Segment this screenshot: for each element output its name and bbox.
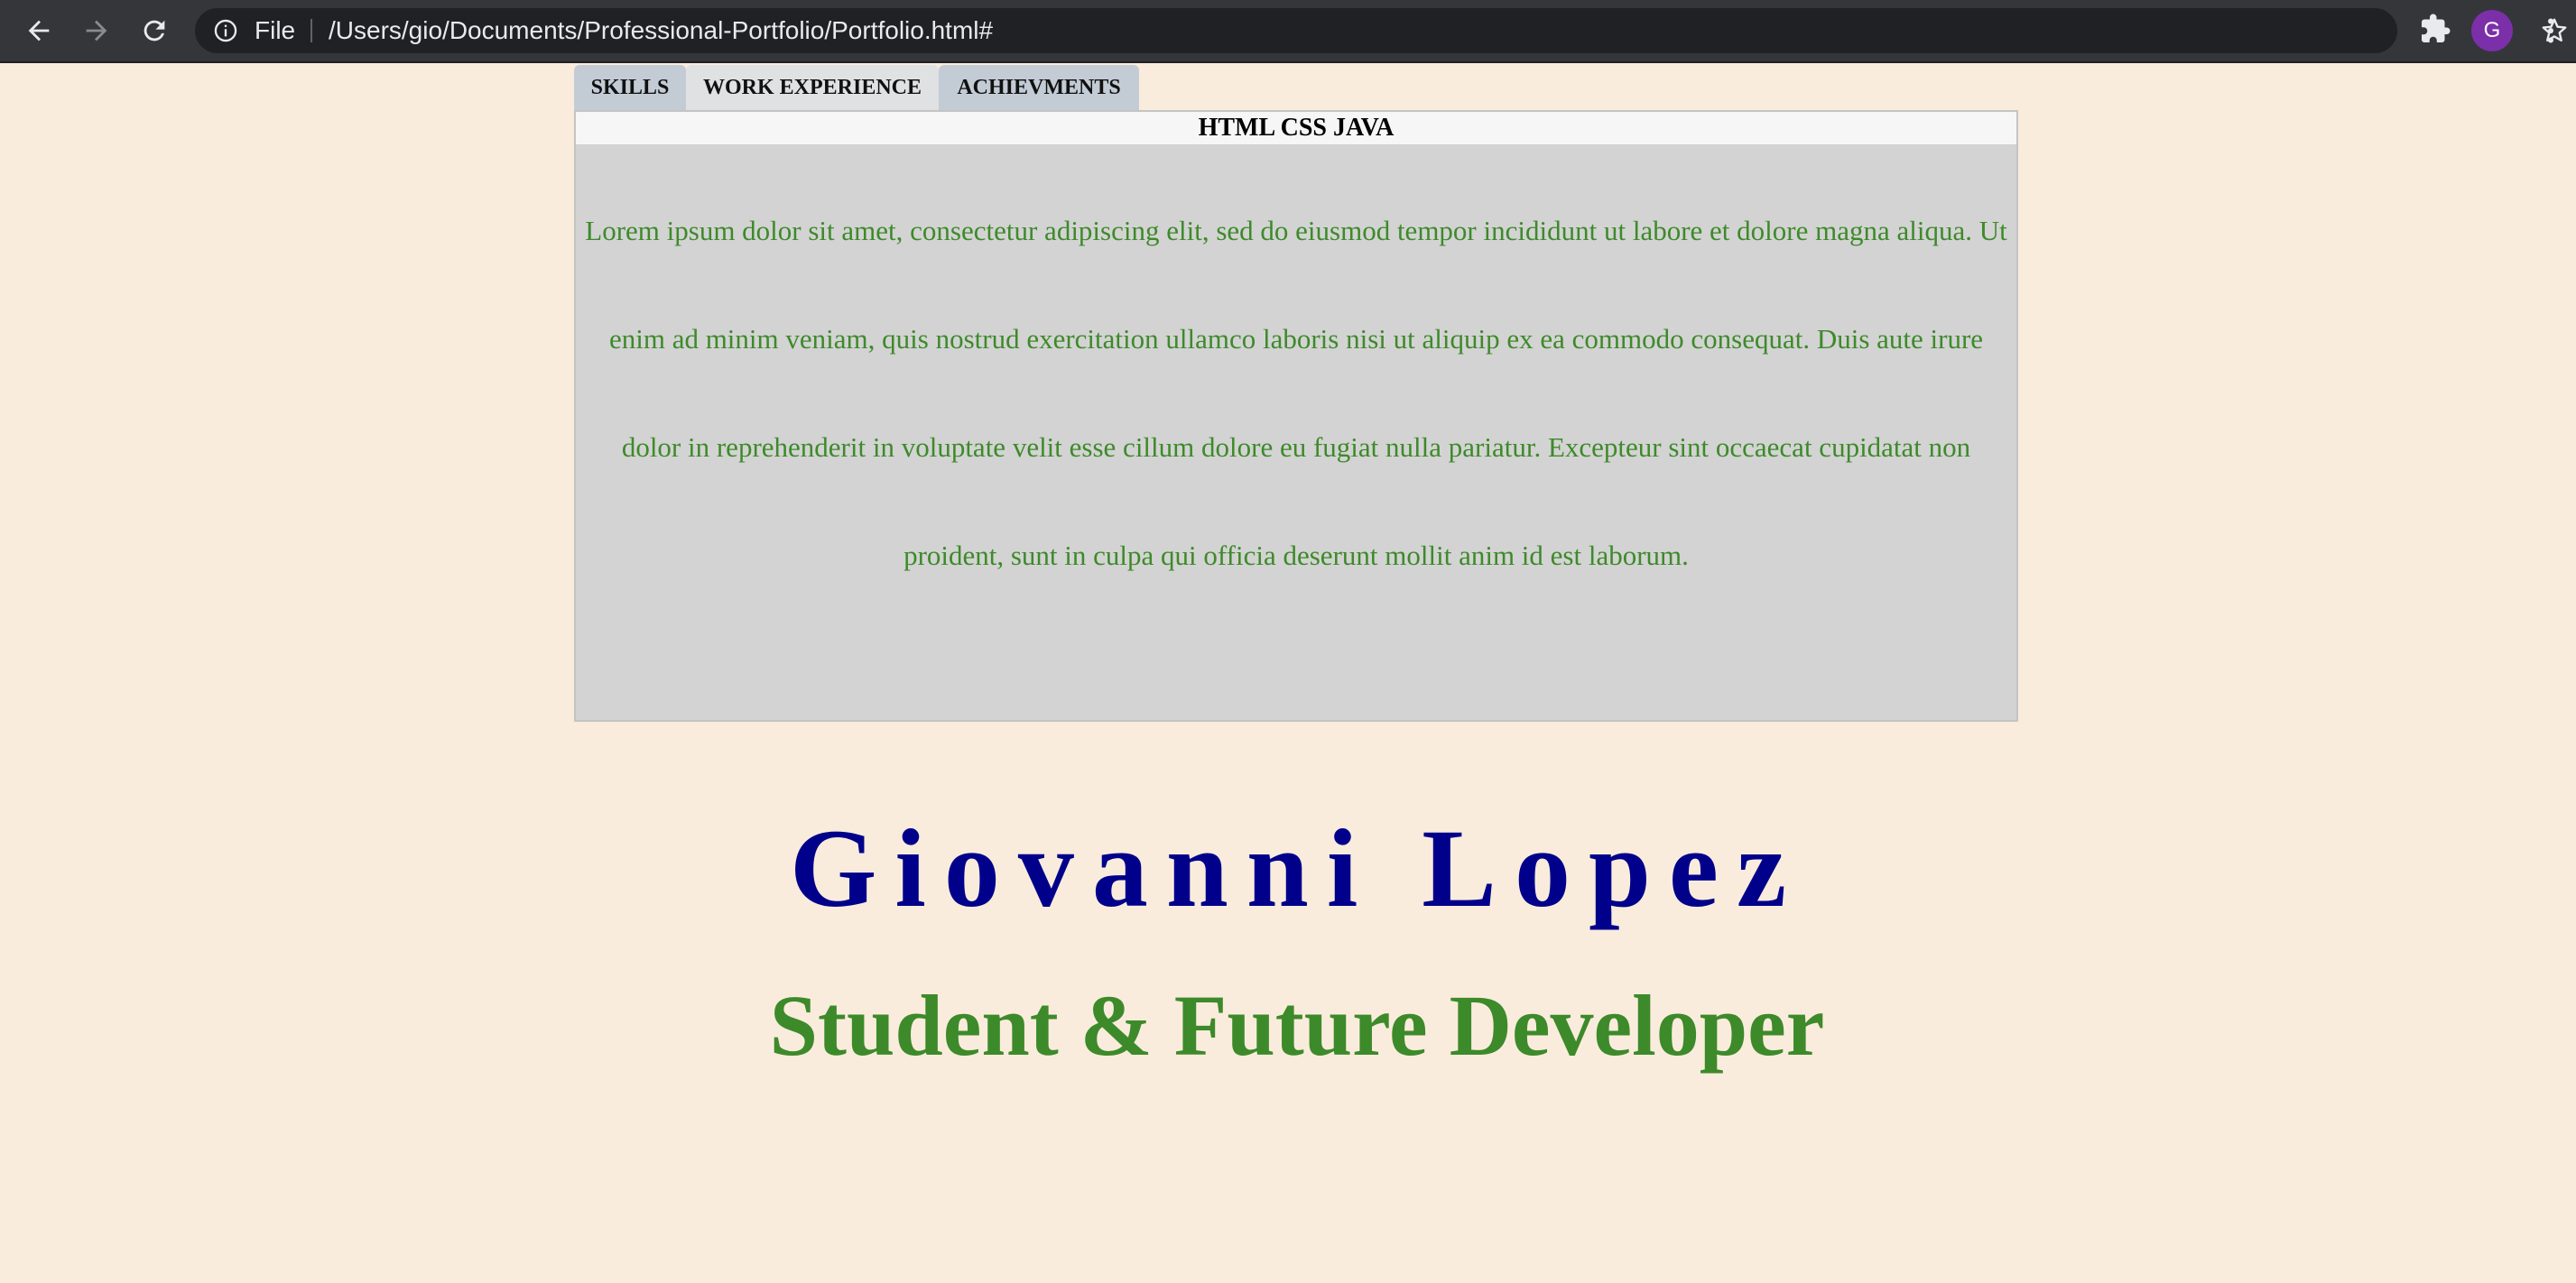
forward-arrow-icon xyxy=(86,20,107,42)
address-separator xyxy=(310,19,312,42)
menu-dots-icon[interactable] xyxy=(2534,13,2567,49)
info-icon[interactable] xyxy=(213,18,238,43)
profile-avatar[interactable]: G xyxy=(2471,10,2513,51)
tab-work-experience[interactable]: WORK EXPERIENCE xyxy=(686,65,939,110)
browser-toolbar: File /Users/gio/Documents/Professional-P… xyxy=(0,0,2576,63)
back-button[interactable] xyxy=(18,10,60,51)
forward-button[interactable] xyxy=(76,10,117,51)
url-text[interactable]: /Users/gio/Documents/Professional-Portfo… xyxy=(329,8,993,53)
portfolio-tabs: SKILLS WORK EXPERIENCE ACHIEVMENTS xyxy=(574,65,1139,110)
address-bar[interactable]: File /Users/gio/Documents/Professional-P… xyxy=(195,8,2567,53)
panel-body-text: Lorem ipsum dolor sit amet, consectetur … xyxy=(585,215,2007,571)
file-scheme-label: File xyxy=(255,16,296,44)
extensions-puzzle-icon[interactable] xyxy=(2419,13,2451,45)
tab-panel: HTML CSS JAVA Lorem ipsum dolor sit amet… xyxy=(574,110,2018,722)
back-arrow-icon xyxy=(28,20,50,42)
panel-header: HTML CSS JAVA xyxy=(576,112,2016,145)
subtitle: Student & Future Developer xyxy=(769,977,1825,1074)
tab-skills[interactable]: SKILLS xyxy=(574,65,686,110)
reload-button[interactable] xyxy=(134,10,175,51)
reload-icon xyxy=(144,20,165,42)
tab-achievements[interactable]: ACHIEVMENTS xyxy=(939,65,1139,110)
name-heading: Giovanni Lopez xyxy=(789,807,1805,930)
